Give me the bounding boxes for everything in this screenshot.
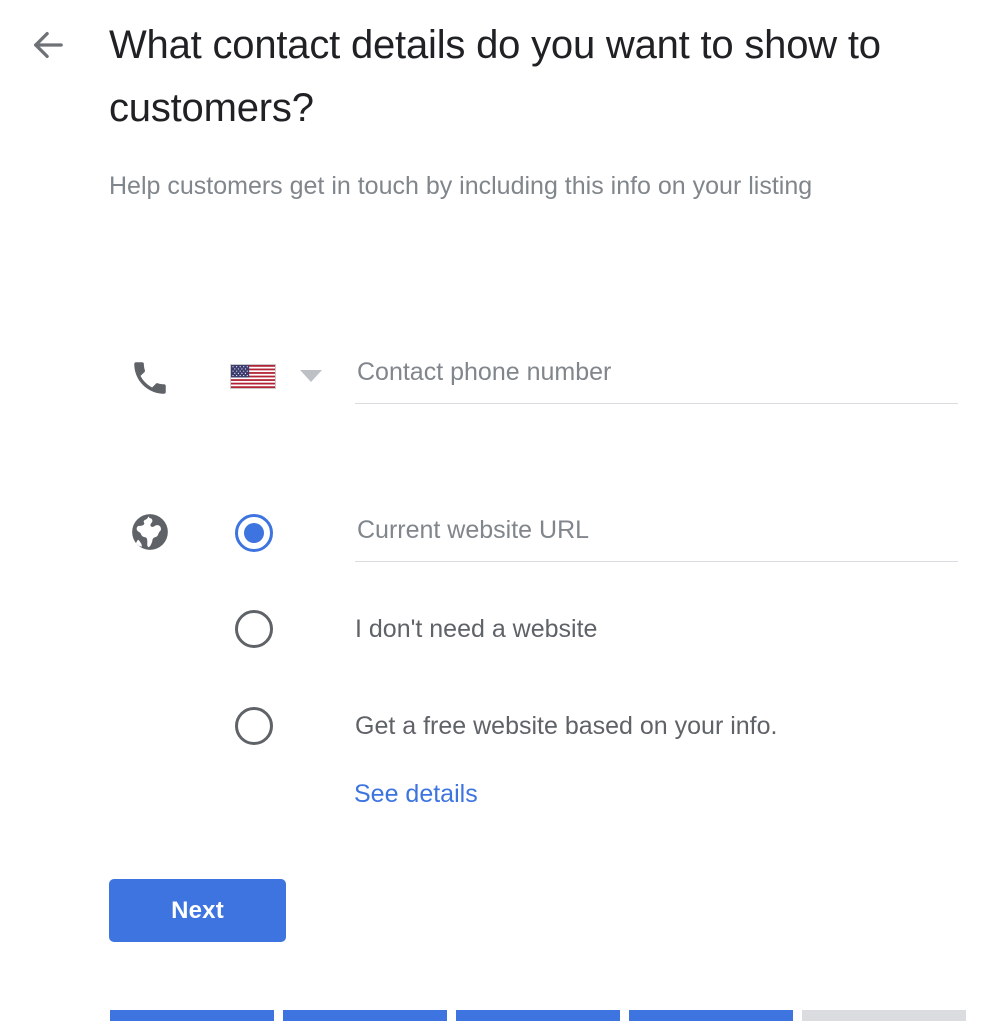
free-website-label[interactable]: Get a free website based on your info. xyxy=(355,709,777,743)
see-details-link[interactable]: See details xyxy=(354,777,478,811)
progress-step-1 xyxy=(110,1010,274,1021)
next-button[interactable]: Next xyxy=(109,879,286,942)
progress-bar xyxy=(110,1010,966,1021)
progress-step-5 xyxy=(802,1010,966,1021)
progress-step-3 xyxy=(456,1010,620,1021)
chevron-down-icon[interactable] xyxy=(300,370,322,382)
no-website-label[interactable]: I don't need a website xyxy=(355,612,597,646)
contact-phone-row xyxy=(0,352,990,412)
radio-no-website[interactable] xyxy=(235,610,273,648)
phone-icon xyxy=(134,362,166,394)
progress-step-4 xyxy=(629,1010,793,1021)
contact-phone-input[interactable] xyxy=(355,352,958,404)
globe-icon xyxy=(132,514,168,550)
page-subtitle: Help customers get in touch by including… xyxy=(109,172,813,200)
radio-current-website[interactable] xyxy=(235,514,273,552)
page-title: What contact details do you want to show… xyxy=(109,23,881,130)
progress-step-2 xyxy=(283,1010,447,1021)
current-website-url-input[interactable] xyxy=(355,510,958,562)
radio-free-website[interactable] xyxy=(235,707,273,745)
us-flag-icon[interactable] xyxy=(230,364,276,389)
back-arrow-icon[interactable] xyxy=(27,24,69,66)
